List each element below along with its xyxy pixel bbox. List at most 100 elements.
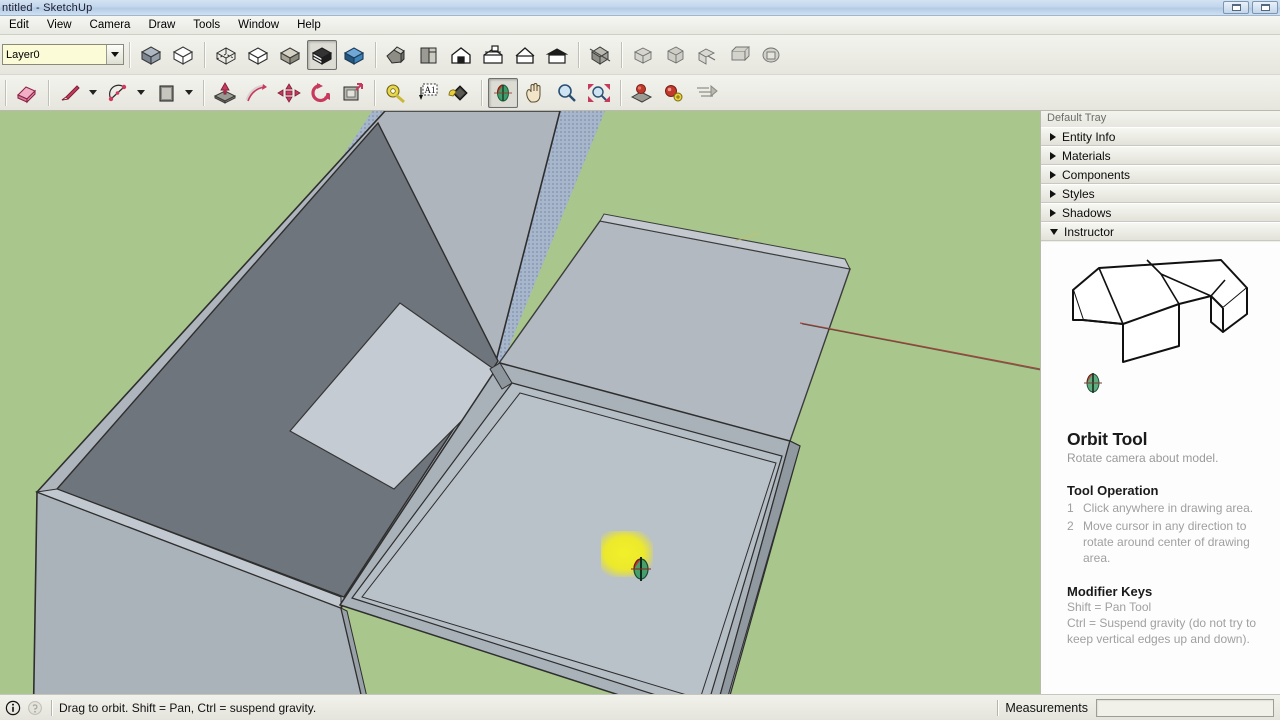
menu-item-edit[interactable]: Edit xyxy=(0,17,38,33)
display-section-toggle-button[interactable] xyxy=(724,40,754,70)
instructor-text: Orbit Tool Rotate camera about model. To… xyxy=(1041,425,1280,647)
arc-tool-button[interactable] xyxy=(103,78,133,108)
status-bar: Drag to orbit. Shift = Pan, Ctrl = suspe… xyxy=(0,694,1280,720)
toolbar-separator xyxy=(129,41,130,68)
view-back-button[interactable] xyxy=(510,40,540,70)
follow-me-tool-button[interactable] xyxy=(242,78,272,108)
chevron-right-icon xyxy=(1050,208,1056,217)
style-shaded-button[interactable] xyxy=(275,40,305,70)
menu-item-camera[interactable]: Camera xyxy=(81,17,140,33)
menu-item-draw[interactable]: Draw xyxy=(139,17,184,33)
move-tool-button[interactable] xyxy=(274,78,304,108)
tray-panel-label: Components xyxy=(1062,167,1131,182)
chevron-right-icon xyxy=(1050,151,1056,160)
view-iso-button[interactable] xyxy=(382,40,412,70)
menu-item-help[interactable]: Help xyxy=(288,17,330,33)
rotate-tool-button[interactable] xyxy=(306,78,336,108)
measurements-label: Measurements xyxy=(1005,700,1088,715)
tray-panel-label: Instructor xyxy=(1064,224,1115,239)
style-xray-button[interactable] xyxy=(136,40,166,70)
title-bar: ntitled - SketchUp xyxy=(0,0,1280,16)
toolbar-separator xyxy=(203,79,204,106)
arc-tool-dropdown[interactable] xyxy=(134,78,148,108)
toolbar-separator xyxy=(48,79,49,106)
style-wireframe-button[interactable] xyxy=(211,40,241,70)
paint-bucket-tool-button[interactable] xyxy=(445,78,475,108)
view-right-button[interactable] xyxy=(478,40,508,70)
tray-panel-instructor[interactable]: Instructor xyxy=(1041,222,1280,241)
tray-panel-styles[interactable]: Styles xyxy=(1041,184,1280,203)
tray-panel-entity-info[interactable]: Entity Info xyxy=(1041,127,1280,146)
tray-panel-components[interactable]: Components xyxy=(1041,165,1280,184)
model-3d xyxy=(0,111,1040,694)
info-circle-icon[interactable] xyxy=(4,699,22,717)
minimize-button[interactable] xyxy=(1223,1,1249,14)
menu-item-tools[interactable]: Tools xyxy=(184,17,229,33)
restore-button[interactable] xyxy=(1252,1,1278,14)
menu-item-view[interactable]: View xyxy=(38,17,81,33)
text-tool-button[interactable]: A1 xyxy=(413,78,443,108)
instructor-illustration xyxy=(1041,250,1280,425)
step-text: Move cursor in any direction to rotate a… xyxy=(1083,519,1250,565)
rectangle-tool-button[interactable] xyxy=(151,78,181,108)
view-top-button[interactable] xyxy=(414,40,444,70)
instructor-panel: Orbit Tool Rotate camera about model. To… xyxy=(1041,242,1280,694)
display-section-planes-button[interactable] xyxy=(628,40,658,70)
style-back-edges-button[interactable] xyxy=(168,40,198,70)
section-settings-button[interactable] xyxy=(756,40,786,70)
offset-tool-button[interactable] xyxy=(338,78,368,108)
style-monochrome-button[interactable] xyxy=(339,40,369,70)
layer-value: Layer0 xyxy=(3,45,106,64)
zoom-extents-tool-button[interactable] xyxy=(584,78,614,108)
look-around-tool-button[interactable] xyxy=(659,78,689,108)
toolbar-separator xyxy=(204,41,205,68)
toolbar-separator xyxy=(374,79,375,106)
push-pull-tool-button[interactable] xyxy=(210,78,240,108)
style-hidden-line-button[interactable] xyxy=(243,40,273,70)
drawing-viewport[interactable] xyxy=(0,111,1040,694)
position-camera-tool-button[interactable] xyxy=(627,78,657,108)
walk-tool-button[interactable] xyxy=(691,78,721,108)
modifier-key: Ctrl = Suspend gravity (do not try to ke… xyxy=(1067,616,1257,646)
toolbar-separator xyxy=(621,41,622,68)
tape-measure-tool-button[interactable] xyxy=(381,78,411,108)
measurements-input[interactable] xyxy=(1096,698,1274,717)
style-shaded-with-textures-button[interactable] xyxy=(307,39,337,70)
step-number: 1 xyxy=(1067,501,1074,515)
tray-panel-shadows[interactable]: Shadows xyxy=(1041,203,1280,222)
tray-panel-label: Styles xyxy=(1062,186,1095,201)
svg-text:A1: A1 xyxy=(425,85,436,95)
step-text: Click anywhere in drawing area. xyxy=(1083,501,1254,515)
line-tool-dropdown[interactable] xyxy=(86,78,100,108)
zoom-tool-button[interactable] xyxy=(552,78,582,108)
instructor-step: 1 Click anywhere in drawing area. xyxy=(1067,500,1263,516)
chevron-down-icon[interactable] xyxy=(106,45,123,64)
question-circle-icon[interactable] xyxy=(26,699,44,717)
modifier-key: Shift = Pan Tool xyxy=(1067,600,1152,614)
display-section-fill-button[interactable] xyxy=(692,40,722,70)
view-left-button[interactable] xyxy=(542,40,572,70)
eraser-tool-button[interactable] xyxy=(12,78,42,108)
orbit-tool-button[interactable] xyxy=(488,77,518,108)
chevron-right-icon xyxy=(1050,132,1056,141)
pan-tool-button[interactable] xyxy=(520,78,550,108)
toolbar-separator xyxy=(481,79,482,106)
view-front-button[interactable] xyxy=(446,40,476,70)
toolbar-separator xyxy=(375,41,376,68)
tray-panel-materials[interactable]: Materials xyxy=(1041,146,1280,165)
instructor-title: Orbit Tool xyxy=(1067,429,1148,449)
status-divider xyxy=(51,699,52,716)
status-divider xyxy=(997,699,999,716)
line-tool-button[interactable] xyxy=(55,78,85,108)
menu-item-window[interactable]: Window xyxy=(229,17,288,33)
toolbar-styles-views: Layer0 xyxy=(0,35,1280,75)
rectangle-tool-dropdown[interactable] xyxy=(182,78,196,108)
layer-combobox[interactable]: Layer0 xyxy=(2,44,124,65)
section-plane-button[interactable] xyxy=(585,40,615,70)
window-controls xyxy=(1223,1,1278,14)
orbit-cursor xyxy=(631,557,651,581)
step-number: 2 xyxy=(1067,519,1074,533)
default-tray: Default Tray Entity Info Materials Compo… xyxy=(1040,111,1280,694)
toolbar-separator xyxy=(620,79,621,106)
display-section-cuts-button[interactable] xyxy=(660,40,690,70)
